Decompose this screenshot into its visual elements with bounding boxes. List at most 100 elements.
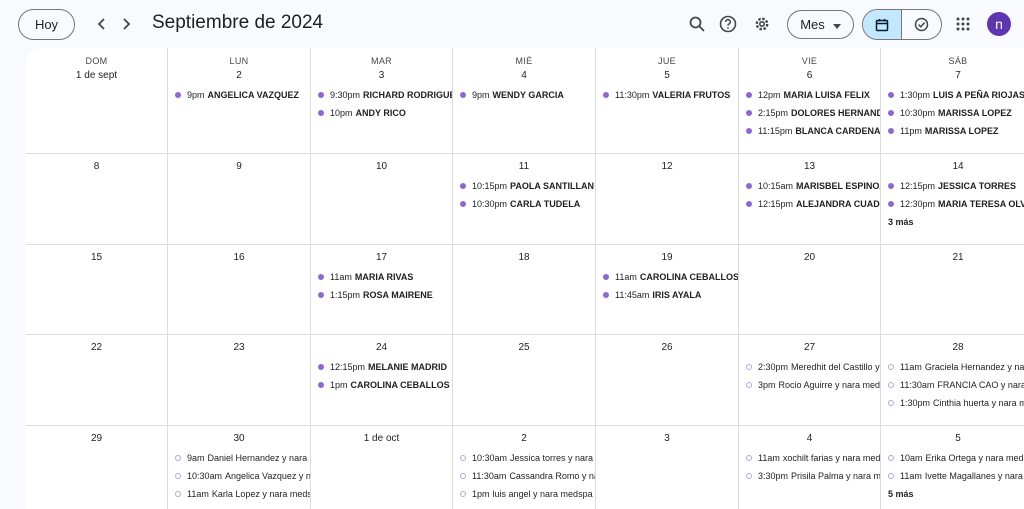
day-number[interactable]: 12 <box>596 161 738 172</box>
day-number[interactable]: 21 <box>881 252 1024 263</box>
day-cell[interactable]: 411amxochilt farias y nara medspa3:30pmP… <box>739 426 881 509</box>
day-cell[interactable]: 29 <box>26 426 168 509</box>
day-number[interactable]: 26 <box>596 342 738 353</box>
day-cell[interactable]: 24 12:15pm MELANIE MADRID 1pm CAROLINA CEBAL… <box>311 335 453 426</box>
day-number[interactable]: 15 <box>26 252 167 263</box>
tasks-check-icon[interactable] <box>902 10 941 39</box>
chevron-right-icon[interactable] <box>114 12 138 36</box>
day-number[interactable]: 3 <box>311 70 452 81</box>
day-cell[interactable]: DOM 1 de sept <box>26 48 168 154</box>
day-number[interactable]: 9 <box>168 161 310 172</box>
day-cell[interactable]: VIE 6 12pm MARIA LUISA FELIX 2:15pm DOLORES H… <box>739 48 881 154</box>
day-cell[interactable]: 12 <box>596 154 739 245</box>
day-number[interactable]: 24 <box>311 342 452 353</box>
day-cell[interactable]: 11 10:15pm PAOLA SANTILLAN 10:30pm CARLA TUD… <box>453 154 596 245</box>
event-chip[interactable]: 11amIvette Magallanes y nara medspa <box>885 467 1024 485</box>
help-icon[interactable] <box>716 12 740 36</box>
event-chip[interactable]: 3pmRocio Aguirre y nara medspa <box>743 376 880 394</box>
day-number[interactable]: 10 <box>311 161 452 172</box>
day-number[interactable]: 7 <box>881 70 1024 81</box>
day-number[interactable]: 17 <box>311 252 452 263</box>
day-number[interactable]: 5 <box>596 70 738 81</box>
day-number[interactable]: 22 <box>26 342 167 353</box>
event-chip[interactable]: 11am CAROLINA CEBALLOS <box>600 268 738 286</box>
event-chip[interactable]: 12:15pm MELANIE MADRID <box>315 358 452 376</box>
view-selector[interactable]: Mes <box>787 10 854 39</box>
day-cell[interactable]: 3 <box>596 426 739 509</box>
day-cell[interactable]: 20 <box>739 245 881 335</box>
day-cell[interactable]: 17 11am MARIA RIVAS 1:15pm ROSA MAIRENE <box>311 245 453 335</box>
day-cell[interactable]: 13 10:15amMARISBEL ESPINOZA12:15pmALEJAND… <box>739 154 881 245</box>
event-chip[interactable]: 11:30pm VALERIA FRUTOS <box>600 86 738 104</box>
event-chip[interactable]: 1pm luis angel y nara medspa <box>457 485 595 503</box>
event-chip[interactable]: 9amDaniel Hernandez y nara medspa <box>172 449 310 467</box>
gear-icon[interactable] <box>750 12 774 36</box>
day-number[interactable]: 25 <box>453 342 595 353</box>
event-chip[interactable]: 10:30amJessica torres y nara medspa <box>457 449 595 467</box>
day-number[interactable]: 20 <box>739 252 880 263</box>
day-cell[interactable]: 23 <box>168 335 311 426</box>
day-cell[interactable]: 22 <box>26 335 168 426</box>
day-number[interactable]: 1 de oct <box>311 433 452 444</box>
day-cell[interactable]: 28 11amGraciela Hernandez y nara medspa11… <box>881 335 1024 426</box>
event-chip[interactable]: 10pm ANDY RICO <box>315 104 452 122</box>
event-chip[interactable]: 3:30pmPrisila Palma y nara medspa <box>743 467 880 485</box>
event-chip[interactable]: 11:30amFRANCIA CAO y nara medspa <box>885 376 1024 394</box>
day-number[interactable]: 13 <box>739 161 880 172</box>
day-cell[interactable]: 26 <box>596 335 739 426</box>
day-number[interactable]: 19 <box>596 252 738 263</box>
day-cell[interactable]: 1 de oct <box>311 426 453 509</box>
event-chip[interactable]: 2:30pmMeredhit del Castillo y nara medsp… <box>743 358 880 376</box>
event-chip[interactable]: 1:30pmCinthia huerta y nara medspa <box>885 394 1024 412</box>
day-cell[interactable]: 309amDaniel Hernandez y nara medspa10:30… <box>168 426 311 509</box>
more-events-link[interactable]: 5 más <box>885 485 1024 503</box>
event-chip[interactable]: 1pm CAROLINA CEBALLOS <box>315 376 452 394</box>
event-chip[interactable]: 11amKarla Lopez y nara medspa <box>172 485 310 503</box>
event-chip[interactable]: 12:15pm JESSICA TORRES <box>885 177 1024 195</box>
day-number[interactable]: 18 <box>453 252 595 263</box>
apps-grid-icon[interactable] <box>951 12 975 36</box>
event-chip[interactable]: 9pm WENDY GARCIA <box>457 86 595 104</box>
event-chip[interactable]: 10amErika Ortega y nara medspa <box>885 449 1024 467</box>
day-number[interactable]: 16 <box>168 252 310 263</box>
event-chip[interactable]: 1:30pm LUIS A PEÑA RIOJAS <box>885 86 1024 104</box>
day-cell[interactable]: LUN 2 9pm ANGELICA VAZQUEZ <box>168 48 311 154</box>
day-cell[interactable]: 18 <box>453 245 596 335</box>
search-icon[interactable] <box>685 12 709 36</box>
event-chip[interactable]: 1:15pm ROSA MAIRENE <box>315 286 452 304</box>
day-number[interactable]: 2 <box>168 70 310 81</box>
event-chip[interactable]: 12:15pmALEJANDRA CUADRA <box>743 195 880 213</box>
event-chip[interactable]: 10:15pm PAOLA SANTILLAN <box>457 177 595 195</box>
day-number[interactable]: 4 <box>453 70 595 81</box>
event-chip[interactable]: 9:30pm RICHARD RODRIGUEZ <box>315 86 452 104</box>
day-number[interactable]: 28 <box>881 342 1024 353</box>
event-chip[interactable]: 11pm MARISSA LOPEZ <box>885 122 1024 140</box>
event-chip[interactable]: 2:15pmDOLORES HERNANDEZ <box>743 104 880 122</box>
event-chip[interactable]: 10:15amMARISBEL ESPINOZA <box>743 177 880 195</box>
day-cell[interactable]: 19 11am CAROLINA CEBALLOS 11:45am IRIS AYALA <box>596 245 739 335</box>
day-number[interactable]: 6 <box>739 70 880 81</box>
calendar-icon[interactable] <box>863 10 903 39</box>
day-cell[interactable]: 9 <box>168 154 311 245</box>
day-cell[interactable]: 16 <box>168 245 311 335</box>
event-chip[interactable]: 11amGraciela Hernandez y nara medspa <box>885 358 1024 376</box>
event-chip[interactable]: 9pm ANGELICA VAZQUEZ <box>172 86 310 104</box>
day-cell[interactable]: 15 <box>26 245 168 335</box>
day-cell[interactable]: MAR 3 9:30pm RICHARD RODRIGUEZ 10pm ANDY RICO <box>311 48 453 154</box>
event-chip[interactable]: 10:30pm MARISSA LOPEZ <box>885 104 1024 122</box>
chevron-left-icon[interactable] <box>90 12 114 36</box>
event-chip[interactable]: 11:15pm BLANCA CARDENAS <box>743 122 880 140</box>
day-cell[interactable]: SÁB 7 1:30pm LUIS A PEÑA RIOJAS 10:30pm MARIS… <box>881 48 1024 154</box>
event-chip[interactable]: 11am MARIA RIVAS <box>315 268 452 286</box>
day-cell[interactable]: 210:30amJessica torres y nara medspa11:3… <box>453 426 596 509</box>
more-events-link[interactable]: 3 más <box>885 213 1024 231</box>
day-cell[interactable]: JUE 5 11:30pm VALERIA FRUTOS <box>596 48 739 154</box>
day-number[interactable]: 4 <box>739 433 880 444</box>
day-number[interactable]: 5 <box>881 433 1024 444</box>
day-cell[interactable]: 8 <box>26 154 168 245</box>
day-cell[interactable]: 5 10amErika Ortega y nara medspa11amIvett… <box>881 426 1024 509</box>
day-number[interactable]: 23 <box>168 342 310 353</box>
day-cell[interactable]: MIÉ 4 9pm WENDY GARCIA <box>453 48 596 154</box>
day-number[interactable]: 1 de sept <box>26 70 167 81</box>
event-chip[interactable]: 11:30amCassandra Romo y nara medspa <box>457 467 595 485</box>
